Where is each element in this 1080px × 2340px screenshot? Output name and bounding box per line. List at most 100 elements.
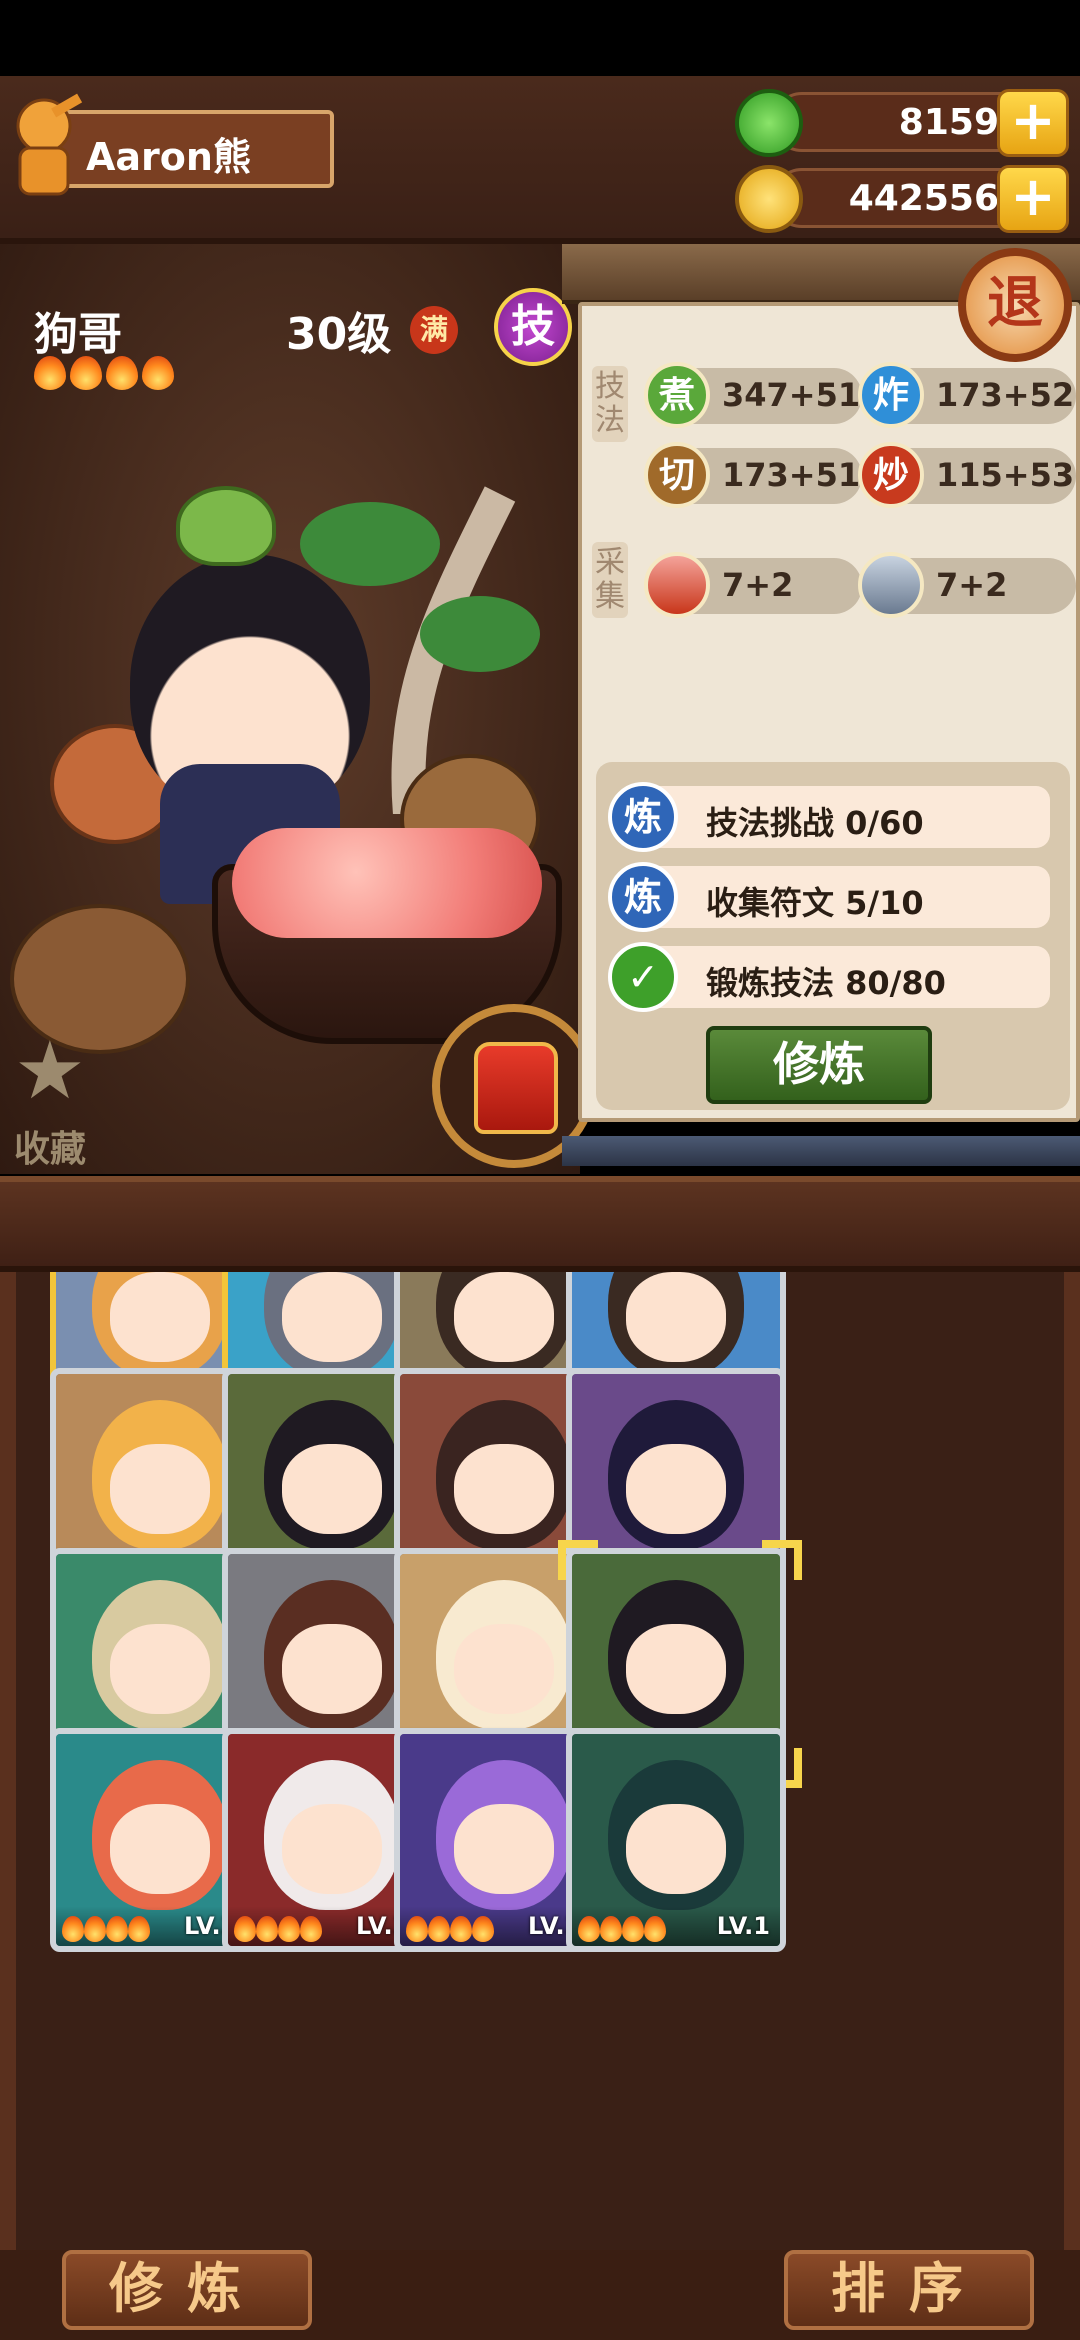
stat-stirfry: 炒 115+53 xyxy=(858,442,1076,508)
character-level: 30级 xyxy=(286,309,392,360)
character-face xyxy=(282,1272,382,1362)
flame-icon xyxy=(234,1916,256,1942)
boil-icon: 煮 xyxy=(644,362,710,428)
skill-badge-button[interactable]: 技 xyxy=(494,288,572,366)
skill-section-label: 技法 xyxy=(592,366,628,442)
stat-fry: 炸 173+52 xyxy=(858,362,1076,428)
bottom-bar: 修炼 排序 xyxy=(0,2250,1080,2340)
frog-illustration xyxy=(176,486,276,566)
task-text: 收集符文 5/10 xyxy=(706,884,924,922)
flame-icon xyxy=(70,356,102,390)
task-skill-challenge: 炼 技法挑战 0/60 xyxy=(608,782,1050,852)
flame-icon xyxy=(600,1916,622,1942)
task-text: 锻炼技法 80/80 xyxy=(706,964,946,1002)
jade-counter: 8159 + xyxy=(735,89,1069,157)
player-name: Aaron熊 xyxy=(86,135,251,179)
flame-icon xyxy=(450,1916,472,1942)
add-coin-button[interactable]: + xyxy=(997,165,1069,233)
jade-value: 8159 xyxy=(898,102,999,143)
status-bar xyxy=(0,0,1080,76)
stat-meat-value: 7+2 xyxy=(722,566,794,604)
stat-cut: 切 173+51 xyxy=(644,442,862,508)
flame-icon xyxy=(106,1916,128,1942)
stat-fish: 7+2 xyxy=(858,552,1076,618)
meat-illustration xyxy=(232,828,542,938)
character-face xyxy=(626,1444,726,1534)
stat-boil: 煮 347+51 xyxy=(644,362,862,428)
coin-counter: 442556 + xyxy=(735,165,1069,233)
flame-icon xyxy=(622,1916,644,1942)
player-avatar-icon[interactable] xyxy=(4,92,84,202)
flame-icon xyxy=(106,356,138,390)
check-icon: ✓ xyxy=(608,942,678,1012)
fry-icon: 炸 xyxy=(858,362,924,428)
bottom-train-button[interactable]: 修炼 xyxy=(62,2250,312,2330)
flame-icon xyxy=(644,1916,666,1942)
flame-icon xyxy=(406,1916,428,1942)
max-level-badge: 满 xyxy=(410,306,458,354)
refine-icon: 炼 xyxy=(608,862,678,932)
card-rarity xyxy=(578,1916,666,1942)
sort-button[interactable]: 排序 xyxy=(784,2250,1034,2330)
scroll-bottom xyxy=(562,1136,1080,1166)
character-face xyxy=(454,1272,554,1362)
train-button[interactable]: 修炼 xyxy=(706,1026,932,1104)
player-profile[interactable]: Aaron熊 xyxy=(52,110,334,188)
flame-icon xyxy=(142,356,174,390)
task-text: 技法挑战 0/60 xyxy=(706,804,924,842)
top-header: Aaron熊 8159 + 442556 + xyxy=(0,76,1080,244)
character-face xyxy=(626,1272,726,1362)
character-face xyxy=(626,1804,726,1894)
meat-icon xyxy=(644,552,710,618)
task-collect-runes: 炼 收集符文 5/10 xyxy=(608,862,1050,932)
task-train-skill: ✓ 锻炼技法 80/80 xyxy=(608,942,1050,1012)
character-face xyxy=(282,1804,382,1894)
coin-icon xyxy=(735,165,803,233)
fish-icon xyxy=(858,552,924,618)
character-rarity xyxy=(34,356,174,390)
character-face xyxy=(454,1624,554,1714)
character-face xyxy=(110,1624,210,1714)
character-face xyxy=(110,1272,210,1362)
stat-fry-value: 173+52 xyxy=(936,376,1075,414)
flame-icon xyxy=(128,1916,150,1942)
character-grid[interactable]: LV.30LV.30LV.30LV.30LV.30LV.30LV.30LV.30… xyxy=(0,1272,1080,2262)
selection-corner xyxy=(762,1540,802,1580)
stat-boil-value: 347+51 xyxy=(722,376,861,414)
hat-icon xyxy=(474,1042,558,1134)
stirfry-icon: 炒 xyxy=(858,442,924,508)
card-rarity xyxy=(62,1916,150,1942)
card-rarity xyxy=(406,1916,494,1942)
add-jade-button[interactable]: + xyxy=(997,89,1069,157)
flame-icon xyxy=(256,1916,278,1942)
favorite-label[interactable]: 收藏 xyxy=(14,1120,86,1172)
gather-section-label: 采集 xyxy=(592,542,628,618)
flame-icon xyxy=(428,1916,450,1942)
flame-icon xyxy=(84,1916,106,1942)
exit-button[interactable]: 退 xyxy=(958,248,1072,362)
cut-icon: 切 xyxy=(644,442,710,508)
coin-value: 442556 xyxy=(848,178,999,219)
favorite-star-icon[interactable]: ★ xyxy=(14,1031,88,1111)
character-face xyxy=(454,1444,554,1534)
card-level: LV.1 xyxy=(716,1912,770,1940)
character-face xyxy=(110,1804,210,1894)
section-divider xyxy=(0,1176,1080,1272)
character-name: 狗哥 xyxy=(34,309,122,360)
stat-meat: 7+2 xyxy=(644,552,862,618)
character-card[interactable]: LV.1 xyxy=(566,1728,786,1952)
stat-fish-value: 7+2 xyxy=(936,566,1008,604)
character-face xyxy=(282,1444,382,1534)
stat-cut-value: 173+51 xyxy=(722,456,861,494)
character-face xyxy=(626,1624,726,1714)
jade-icon xyxy=(735,89,803,157)
flame-icon xyxy=(62,1916,84,1942)
flame-icon xyxy=(278,1916,300,1942)
character-face xyxy=(110,1444,210,1534)
card-rarity xyxy=(234,1916,322,1942)
flame-icon xyxy=(578,1916,600,1942)
character-face xyxy=(454,1804,554,1894)
flame-icon xyxy=(34,356,66,390)
flame-icon xyxy=(472,1916,494,1942)
refine-icon: 炼 xyxy=(608,782,678,852)
